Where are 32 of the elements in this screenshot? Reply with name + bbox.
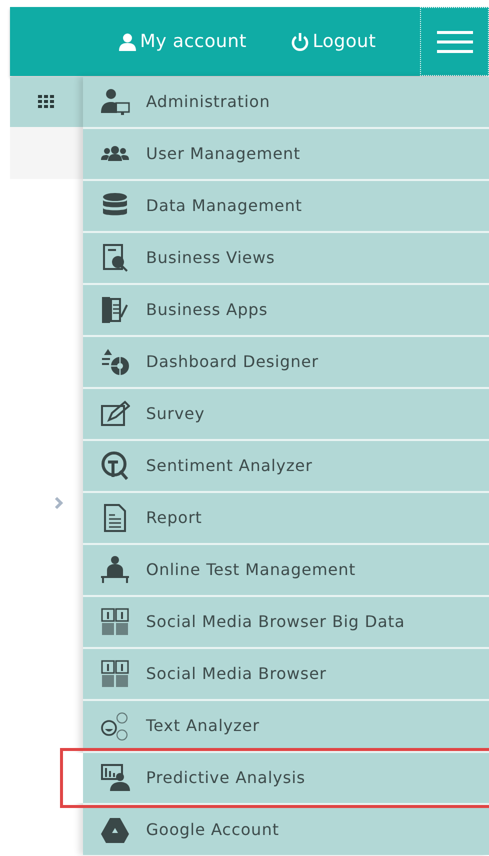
menu-icon (436, 30, 472, 54)
user-monitor-icon (100, 87, 130, 117)
menu-item[interactable]: User Management (83, 129, 489, 179)
smiley-faces-icon (100, 711, 130, 741)
binder-icon (100, 295, 130, 325)
chart-shapes-icon (100, 347, 130, 377)
menu-item[interactable]: Text Analyzer (83, 701, 489, 751)
magnifier-icon (100, 451, 130, 481)
menu-item[interactable]: Business Apps (83, 285, 489, 335)
menu-item[interactable]: Administration (83, 77, 489, 127)
edit-icon (100, 399, 130, 429)
tile-grid-icon (100, 659, 130, 689)
menu-item[interactable]: Data Management (83, 181, 489, 231)
document-search-icon (100, 243, 130, 273)
power-icon (290, 32, 309, 50)
tile-grid-icon (100, 607, 130, 637)
menu-item[interactable]: Business Views (83, 233, 489, 283)
presenter-icon (100, 763, 130, 793)
person-desk-icon (100, 555, 130, 585)
menu-item[interactable]: Social Media Browser (83, 649, 489, 699)
menu-item[interactable]: Google Account (83, 805, 489, 855)
menu-item[interactable]: Social Media Browser Big Data (83, 597, 489, 647)
menu-item[interactable]: Survey (83, 389, 489, 439)
chevron-right-icon[interactable] (54, 496, 64, 510)
menu-item[interactable]: Online Test Management (83, 545, 489, 595)
grid-icon[interactable] (38, 95, 54, 109)
menu-item[interactable]: Dashboard Designer (83, 337, 489, 387)
user-icon (118, 32, 136, 50)
menu-item[interactable]: Report (83, 493, 489, 543)
drive-icon (100, 815, 130, 845)
menu-item[interactable]: Sentiment Analyzer (83, 441, 489, 491)
menu-button[interactable] (420, 7, 489, 76)
